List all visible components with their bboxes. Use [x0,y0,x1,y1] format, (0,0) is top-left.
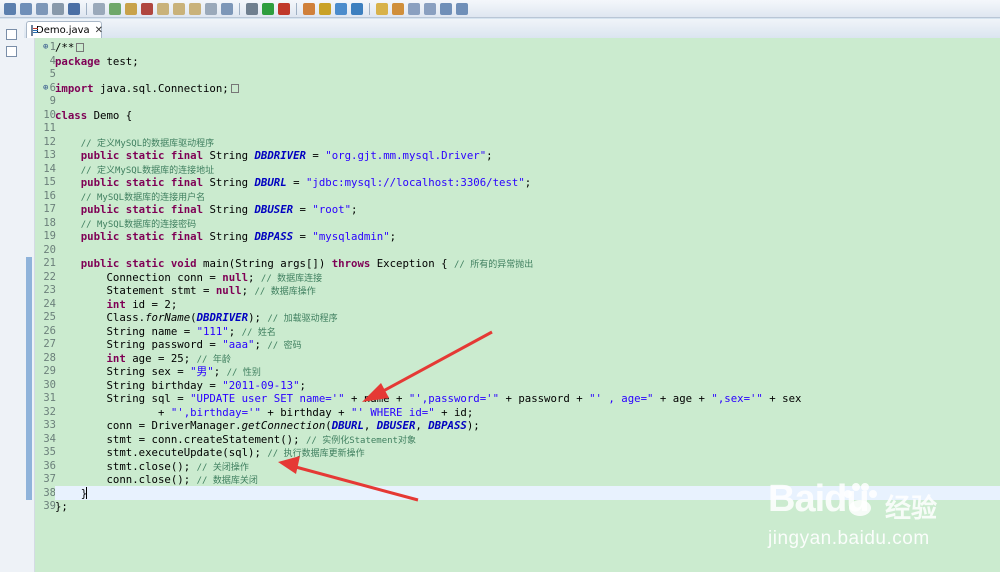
arrow-up [362,330,493,402]
watermark-url: jingyan.baidu.com [768,528,930,549]
paw-icon [844,483,877,516]
arrow-down [278,456,419,502]
watermark-brand-cn: 经验 [885,494,938,524]
baidu-watermark: Baidu 经验 jingyan.baidu.com [768,478,988,558]
